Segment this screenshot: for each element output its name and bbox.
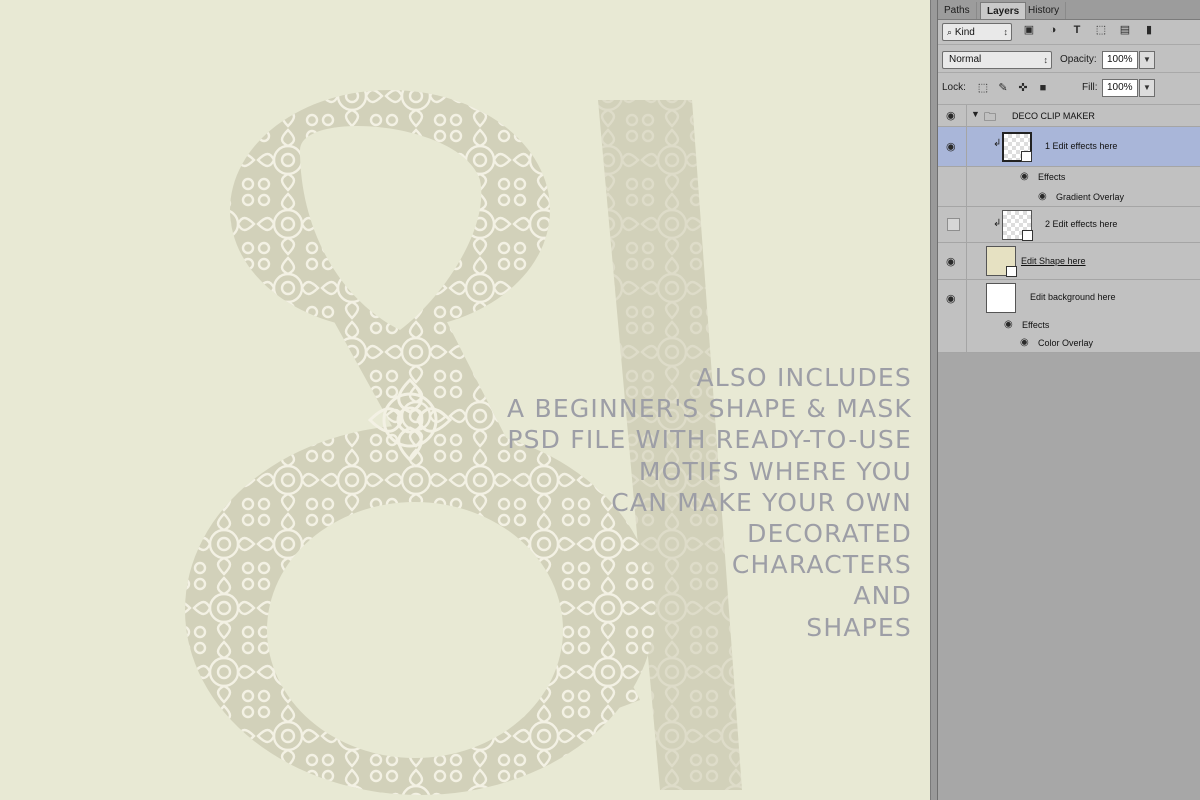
promo-line: SHAPES xyxy=(806,612,912,642)
chevron-updown-icon: ↕ xyxy=(1043,55,1049,65)
promo-line: CHARACTERS xyxy=(731,550,912,580)
tab-layers[interactable]: Layers xyxy=(980,2,1027,19)
promo-text: ALSO INCLUDES A BEGINNER'S SHAPE & MASK … xyxy=(507,362,912,643)
layer-name: Edit background here xyxy=(1030,292,1116,302)
effects-spacer xyxy=(938,167,967,187)
image-filter-icon[interactable]: ▣ xyxy=(1022,23,1036,37)
lock-all-icon[interactable]: ■ xyxy=(1036,81,1050,95)
effects-spacer xyxy=(938,187,967,206)
clipping-mask-icon: ↲ xyxy=(993,218,1002,229)
visibility-toggle[interactable]: ◉ xyxy=(938,105,967,126)
effects-label: Effects xyxy=(1022,320,1050,330)
promo-line: DECORATED xyxy=(747,519,912,549)
layer-thumbnail xyxy=(986,283,1016,313)
layer-2-edit-effects[interactable]: ↲ 2 Edit effects here xyxy=(938,207,1200,243)
filter-toggle-icon[interactable]: ▮ xyxy=(1142,23,1156,37)
eye-icon[interactable]: ◉ xyxy=(1020,337,1029,348)
layer-name: DECO CLIP MAKER xyxy=(1012,111,1095,121)
lock-row: Lock: ⬚ ✎ ✜ ■ Fill: 100% ▼ xyxy=(938,76,1200,100)
opacity-label: Opacity: xyxy=(1060,54,1097,65)
opacity-input[interactable]: 100% xyxy=(1102,51,1138,69)
adjustment-filter-icon[interactable]: ◑ xyxy=(1046,23,1060,37)
fill-dropdown-icon[interactable]: ▼ xyxy=(1139,79,1155,97)
smart-object-badge xyxy=(1006,266,1017,277)
layer-4-edit-background[interactable]: ◉ Edit background here xyxy=(938,280,1200,316)
eye-icon: ◉ xyxy=(946,110,956,122)
panel-tabs: Paths Layers History xyxy=(938,0,1200,20)
promo-line: A BEGINNER'S SHAPE & MASK xyxy=(507,394,912,424)
visibility-toggle[interactable]: ◉ xyxy=(938,280,967,316)
layer-thumbnail xyxy=(1002,210,1033,241)
lock-image-icon[interactable]: ✎ xyxy=(996,81,1010,95)
filter-kind-select[interactable]: ⌕ Kind ↕ xyxy=(942,23,1012,41)
layer-name: Edit Shape here xyxy=(1021,256,1086,266)
layer-3-edit-shape[interactable]: ◉ Edit Shape here xyxy=(938,243,1200,280)
fill-label: Fill: xyxy=(1082,82,1098,93)
promo-line: PSD FILE WITH READY-TO-USE xyxy=(507,425,912,455)
filter-kind-label: Kind xyxy=(954,27,975,38)
eye-icon: ◉ xyxy=(946,293,956,305)
promo-line: ALSO INCLUDES xyxy=(696,363,912,392)
shape-filter-icon[interactable]: ⬚ xyxy=(1094,23,1108,37)
hidden-visibility-box xyxy=(947,218,960,231)
effect-name: Gradient Overlay xyxy=(1056,192,1125,202)
smart-object-badge xyxy=(1021,151,1032,162)
effects-label: Effects xyxy=(1038,172,1066,182)
tab-history[interactable]: History xyxy=(1022,2,1067,19)
clipping-mask-icon: ↲ xyxy=(993,138,1002,149)
smart-object-filter-icon[interactable]: ▤ xyxy=(1118,23,1132,37)
tab-paths[interactable]: Paths xyxy=(938,2,977,19)
opacity-dropdown-icon[interactable]: ▼ xyxy=(1139,51,1155,69)
eye-icon: ◉ xyxy=(946,256,956,268)
panel-divider[interactable] xyxy=(930,0,938,800)
eye-icon[interactable]: ◉ xyxy=(1020,171,1029,182)
chevron-updown-icon: ↕ xyxy=(1003,27,1009,37)
lock-transparent-icon[interactable]: ⬚ xyxy=(976,81,990,95)
visibility-toggle[interactable]: ◉ xyxy=(938,243,967,279)
layer-1-effects-row[interactable]: ◉ Effects xyxy=(938,167,1200,187)
layer-thumbnail xyxy=(1002,132,1032,162)
disclosure-triangle-icon[interactable]: ▼ xyxy=(971,109,980,119)
layers-panel: Paths Layers History ⌕ Kind ↕ ▣ ◑ T ⬚ ▤ … xyxy=(938,0,1200,800)
effects-spacer xyxy=(938,334,967,352)
folder-icon: 🗀 xyxy=(984,110,997,124)
smart-object-badge xyxy=(1022,230,1033,241)
layer-name: 2 Edit effects here xyxy=(1045,219,1118,229)
visibility-toggle[interactable] xyxy=(938,207,967,242)
blend-mode-select[interactable]: Normal ↕ xyxy=(942,51,1052,69)
layer-4-color-overlay[interactable]: ◉ Color Overlay xyxy=(938,334,1200,353)
layers-empty-area xyxy=(938,353,1200,800)
layers-list: ◉ ▼ 🗀 DECO CLIP MAKER ◉ ↲ 1 Edit effects… xyxy=(938,105,1200,353)
effects-spacer xyxy=(938,316,967,334)
eye-icon: ◉ xyxy=(946,141,956,153)
lock-position-icon[interactable]: ✜ xyxy=(1016,81,1030,95)
visibility-toggle[interactable]: ◉ xyxy=(938,127,967,166)
lock-label: Lock: xyxy=(942,82,966,93)
eye-icon[interactable]: ◉ xyxy=(1038,191,1047,202)
blend-mode-value: Normal xyxy=(949,54,982,65)
layer-thumbnail xyxy=(986,246,1017,277)
document-canvas[interactable]: ALSO INCLUDES A BEGINNER'S SHAPE & MASK … xyxy=(0,0,930,800)
promo-line: AND xyxy=(853,581,912,611)
layer-name: 1 Edit effects here xyxy=(1045,141,1118,151)
type-filter-icon[interactable]: T xyxy=(1070,23,1084,37)
fill-input[interactable]: 100% xyxy=(1102,79,1138,97)
promo-line: MOTIFS WHERE YOU xyxy=(638,456,912,486)
layer-group-deco-clip-maker[interactable]: ◉ ▼ 🗀 DECO CLIP MAKER xyxy=(938,105,1200,127)
blend-row: Normal ↕ Opacity: 100% ▼ xyxy=(938,48,1200,73)
layer-1-edit-effects[interactable]: ◉ ↲ 1 Edit effects here xyxy=(938,127,1200,167)
layer-4-effects-row[interactable]: ◉ Effects xyxy=(938,316,1200,334)
layer-1-gradient-overlay[interactable]: ◉ Gradient Overlay xyxy=(938,187,1200,207)
filter-row: ⌕ Kind ↕ ▣ ◑ T ⬚ ▤ ▮ xyxy=(938,20,1200,45)
search-icon: ⌕ xyxy=(947,27,953,37)
promo-line: CAN MAKE YOUR OWN xyxy=(611,487,912,517)
eye-icon[interactable]: ◉ xyxy=(1004,319,1013,330)
layer-controls: ⌕ Kind ↕ ▣ ◑ T ⬚ ▤ ▮ Normal ↕ Opacity: 1… xyxy=(938,20,1200,104)
effect-name: Color Overlay xyxy=(1038,338,1094,348)
